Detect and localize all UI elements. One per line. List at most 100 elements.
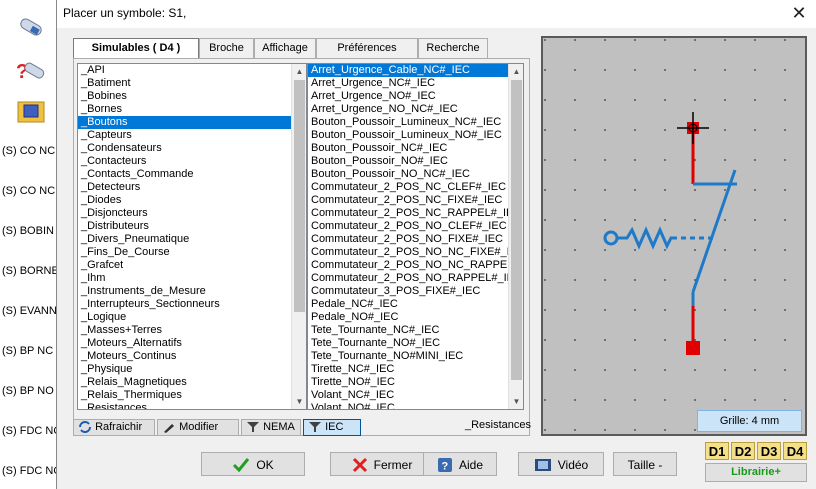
symbol-item[interactable]: Commutateur_2_POS_NO_RAPPEL#_IE: [308, 272, 523, 285]
close-label: Fermer: [373, 457, 413, 472]
grid-size-label[interactable]: Grille: 4 mm: [697, 410, 802, 432]
modify-button[interactable]: Modifier: [157, 419, 239, 436]
category-item[interactable]: _Disjoncteurs: [78, 207, 306, 220]
ok-button[interactable]: OK: [201, 452, 305, 476]
background-item[interactable]: (S) BOBIN: [2, 225, 54, 237]
symbol-item[interactable]: Commutateur_3_POS_FIXE#_IEC: [308, 285, 523, 298]
help-component-icon[interactable]: ?: [14, 56, 48, 86]
tab-affichage[interactable]: Affichage: [254, 38, 316, 58]
help-button[interactable]: ? Aide: [423, 452, 497, 476]
category-item[interactable]: _Relais_Magnetiques: [78, 376, 306, 389]
category-item[interactable]: _Ihm: [78, 272, 306, 285]
library-plus-button[interactable]: Librairie+: [705, 463, 807, 482]
symbol-item[interactable]: Pedale_NC#_IEC: [308, 298, 523, 311]
background-item[interactable]: (S) BP NC: [2, 345, 53, 357]
background-item[interactable]: (S) BORNE: [2, 265, 59, 277]
scroll-thumb[interactable]: [294, 80, 305, 312]
symbol-item[interactable]: Arret_Urgence_NO_NC#_IEC: [308, 103, 523, 116]
background-item[interactable]: (S) FDC NO: [2, 465, 62, 477]
category-item[interactable]: _Bobines: [78, 90, 306, 103]
category-item[interactable]: _API: [78, 64, 306, 77]
close-button[interactable]: Fermer: [330, 452, 434, 476]
symbol-item[interactable]: Tirette_NC#_IEC: [308, 363, 523, 376]
scroll-thumb[interactable]: [511, 80, 522, 380]
category-item[interactable]: _Contacts_Commande: [78, 168, 306, 181]
background-item[interactable]: (S) FDC NC: [2, 425, 61, 437]
category-item[interactable]: _Instruments_de_Mesure: [78, 285, 306, 298]
category-item[interactable]: _Boutons: [78, 116, 306, 129]
video-button[interactable]: Vidéo: [518, 452, 604, 476]
nema-button[interactable]: NEMA: [241, 419, 301, 436]
symbol-item[interactable]: Volant_NC#_IEC: [308, 389, 523, 402]
library-d1-button[interactable]: D1: [705, 442, 729, 460]
symbol-item[interactable]: Arret_Urgence_NO#_IEC: [308, 90, 523, 103]
symbol-item[interactable]: Volant_NO#_IEC: [308, 402, 523, 409]
category-item[interactable]: _Capteurs: [78, 129, 306, 142]
symbol-item[interactable]: Commutateur_2_POS_NO_CLEF#_IEC: [308, 220, 523, 233]
symbol-item[interactable]: Commutateur_2_POS_NC_RAPPEL#_IE: [308, 207, 523, 220]
symbol-item[interactable]: Commutateur_2_POS_NO_NC_RAPPEL#: [308, 259, 523, 272]
iec-button[interactable]: IEC: [303, 419, 361, 436]
category-item[interactable]: _Diodes: [78, 194, 306, 207]
category-item[interactable]: _Moteurs_Continus: [78, 350, 306, 363]
category-item[interactable]: _Interrupteurs_Sectionneurs: [78, 298, 306, 311]
category-item[interactable]: _Logique: [78, 311, 306, 324]
category-item[interactable]: _Condensateurs: [78, 142, 306, 155]
background-item[interactable]: (S) EVANN: [2, 305, 57, 317]
library-d2-button[interactable]: D2: [731, 442, 755, 460]
symbol-item[interactable]: Commutateur_2_POS_NO_FIXE#_IEC: [308, 233, 523, 246]
category-item[interactable]: _Detecteurs: [78, 181, 306, 194]
background-item[interactable]: (S) CO NC: [2, 145, 55, 157]
symbol-item[interactable]: Bouton_Poussoir_NO#_IEC: [308, 155, 523, 168]
tab-simulables[interactable]: Simulables ( D4 ): [73, 38, 199, 59]
category-item[interactable]: _Contacteurs: [78, 155, 306, 168]
symbol-item[interactable]: Pedale_NO#_IEC: [308, 311, 523, 324]
category-item[interactable]: _Bornes: [78, 103, 306, 116]
symbol-item[interactable]: Tete_Tournante_NO#MINI_IEC: [308, 350, 523, 363]
symbol-item[interactable]: Bouton_Poussoir_Lumineux_NC#_IEC: [308, 116, 523, 129]
library-d3-button[interactable]: D3: [757, 442, 781, 460]
category-item[interactable]: _Batiment: [78, 77, 306, 90]
folder-book-icon[interactable]: [14, 96, 48, 126]
scroll-up-icon[interactable]: ▲: [509, 64, 523, 79]
close-icon[interactable]: ✕: [789, 3, 809, 23]
symbol-item[interactable]: Commutateur_2_POS_NC_CLEF#_IEC: [308, 181, 523, 194]
symbol-item[interactable]: Arret_Urgence_Cable_NC#_IEC: [308, 64, 523, 77]
category-list[interactable]: _API _Batiment _Bobines _Bornes _Boutons _Cap…: [77, 63, 307, 410]
symbol-item[interactable]: Arret_Urgence_NC#_IEC: [308, 77, 523, 90]
category-item[interactable]: _Moteurs_Alternatifs: [78, 337, 306, 350]
category-item[interactable]: _Relais_Thermiques: [78, 389, 306, 402]
category-item[interactable]: _Masses+Terres: [78, 324, 306, 337]
background-item[interactable]: (S) BP NO: [2, 385, 54, 397]
symbol-item[interactable]: Bouton_Poussoir_Lumineux_NO#_IEC: [308, 129, 523, 142]
category-item[interactable]: _Grafcet: [78, 259, 306, 272]
tab-preferences[interactable]: Préférences: [316, 38, 418, 58]
symbol-scrollbar[interactable]: ▲ ▼: [508, 64, 523, 409]
symbol-item[interactable]: Tete_Tournante_NO#_IEC: [308, 337, 523, 350]
symbol-item[interactable]: Commutateur_2_POS_NO_NC_FIXE#_IE: [308, 246, 523, 259]
category-item[interactable]: _Distributeurs: [78, 220, 306, 233]
category-item[interactable]: _Physique: [78, 363, 306, 376]
symbol-item[interactable]: Bouton_Poussoir_NO_NC#_IEC: [308, 168, 523, 181]
symbol-item[interactable]: Tirette_NO#_IEC: [308, 376, 523, 389]
scroll-up-icon[interactable]: ▲: [292, 64, 306, 79]
background-item[interactable]: (S) CO NC: [2, 185, 55, 197]
scroll-down-icon[interactable]: ▼: [292, 394, 306, 409]
category-item[interactable]: _Resistances: [78, 402, 306, 409]
symbol-item[interactable]: Bouton_Poussoir_NC#_IEC: [308, 142, 523, 155]
dialog-titlebar[interactable]: Placer un symbole: S1, ✕: [57, 0, 816, 28]
category-item[interactable]: _Divers_Pneumatique: [78, 233, 306, 246]
scroll-down-icon[interactable]: ▼: [509, 394, 523, 409]
component-icon[interactable]: [14, 12, 48, 42]
tab-recherche[interactable]: Recherche: [418, 38, 488, 58]
tab-broche[interactable]: Broche: [199, 38, 254, 58]
symbol-item[interactable]: Tete_Tournante_NC#_IEC: [308, 324, 523, 337]
size-button[interactable]: Taille -: [613, 452, 677, 476]
symbol-item[interactable]: Commutateur_2_POS_NC_FIXE#_IEC: [308, 194, 523, 207]
category-item[interactable]: _Fins_De_Course: [78, 246, 306, 259]
category-scrollbar[interactable]: ▲ ▼: [291, 64, 306, 409]
library-d4-button[interactable]: D4: [783, 442, 807, 460]
refresh-button[interactable]: Rafraichir: [73, 419, 155, 436]
symbol-list[interactable]: Arret_Urgence_Cable_NC#_IEC Arret_Urgence…: [307, 63, 524, 410]
symbol-preview[interactable]: [541, 36, 807, 436]
